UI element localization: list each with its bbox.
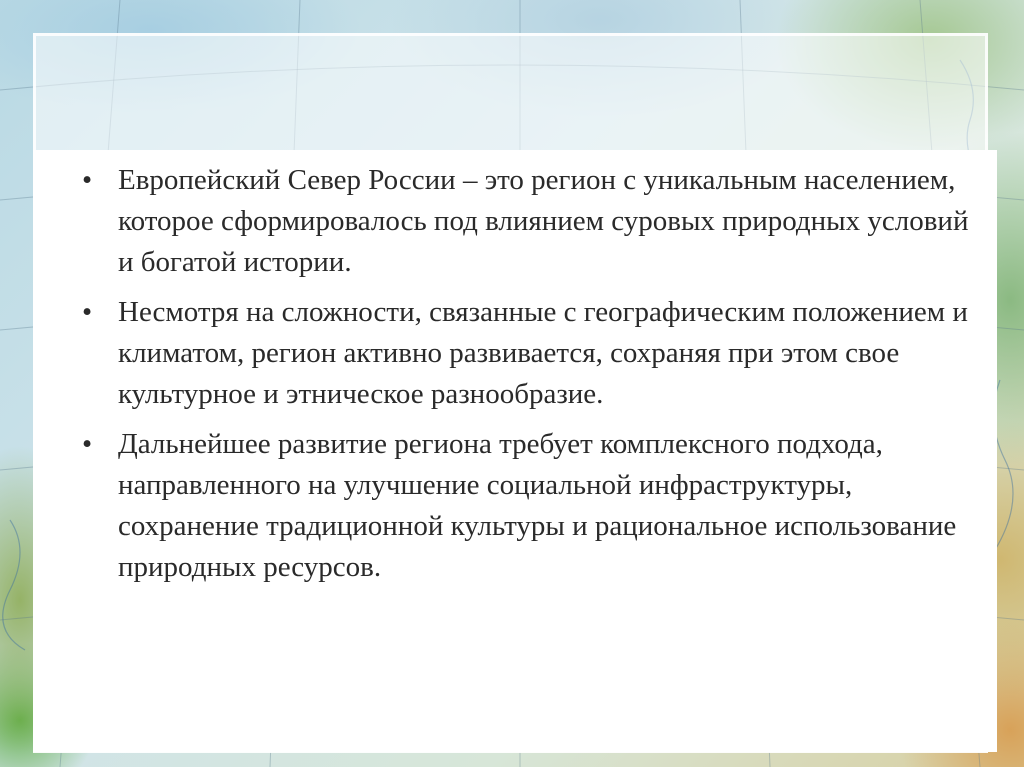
bullet-item: • Несмотря на сложности, связанные с гео… (82, 292, 982, 415)
content-panel: • Европейский Север России – это регион … (33, 150, 997, 752)
bullet-dot: • (82, 164, 93, 196)
bullet-text: Европейский Север России – это регион с … (118, 164, 969, 278)
bullet-list: • Европейский Север России – это регион … (82, 160, 982, 597)
bullet-dot: • (82, 428, 93, 460)
bullet-dot: • (82, 296, 93, 328)
bullet-item: • Европейский Север России – это регион … (82, 160, 982, 283)
bullet-text: Несмотря на сложности, связанные с геогр… (118, 296, 968, 410)
bullet-item: • Дальнейшее развитие региона требует ко… (82, 424, 982, 588)
bullet-text: Дальнейшее развитие региона требует комп… (118, 428, 957, 583)
